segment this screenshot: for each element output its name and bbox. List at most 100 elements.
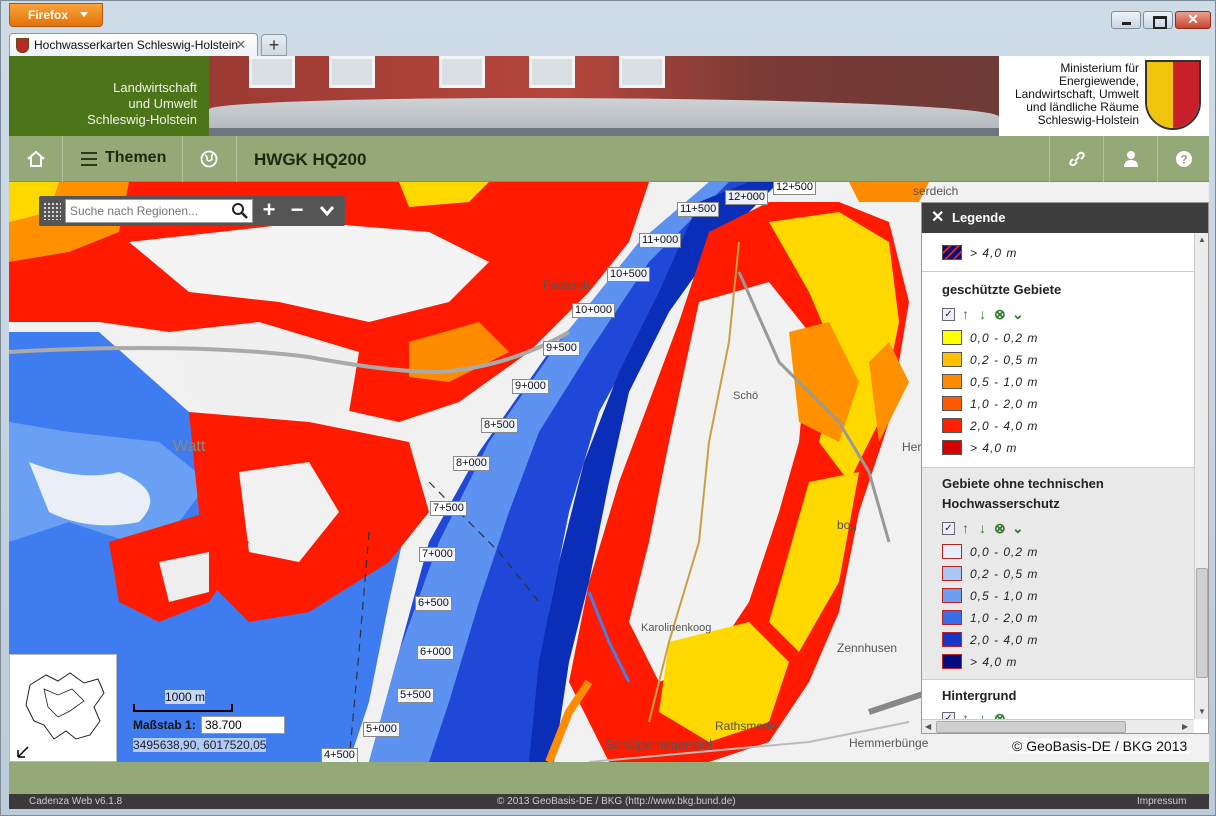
remove-icon[interactable]: ⊗ [994, 710, 1006, 719]
scale-input[interactable] [201, 716, 285, 734]
station-label: 7+500 [430, 501, 467, 516]
legend-row-label: 2,0 - 4,0 m [970, 633, 1039, 647]
firefox-menu-button[interactable]: Firefox [9, 3, 103, 27]
themen-button[interactable]: Themen [63, 136, 183, 182]
header-banner: Landwirtschaft und Umwelt Schleswig-Hols… [9, 56, 1209, 136]
legend-swatch [942, 352, 962, 367]
station-label: 11+000 [639, 233, 682, 248]
legend-swatch [942, 374, 962, 389]
footer-copyright: © 2013 GeoBasis-DE / BKG (http://www.bkg… [497, 796, 736, 807]
help-button[interactable]: ? [1157, 136, 1209, 182]
scale-bar [133, 704, 233, 712]
legend-panel: ✕ Legende > 4,0 m geschützte Gebiete ✓ ↑… [921, 202, 1209, 734]
crest-favicon-icon [16, 38, 29, 53]
banner-line: Landwirtschaft [113, 80, 197, 95]
move-up-icon[interactable]: ↑ [962, 710, 969, 719]
legend-swatch [942, 632, 962, 647]
coat-of-arms-icon [1145, 60, 1201, 130]
legend-swatch [942, 418, 962, 433]
status-bar [9, 762, 1209, 794]
legend-section-background: Hintergrund ✓ ↑ ↓ ⊗ ⌄ [922, 679, 1194, 719]
footer: Cadenza Web v6.1.8 © 2013 GeoBasis-DE / … [9, 794, 1209, 809]
move-up-icon[interactable]: ↑ [962, 306, 969, 322]
close-icon: ✕ [1187, 11, 1199, 27]
browser-window: Firefox ✕ Hochwasserkarten Schleswig-Hol… [0, 0, 1216, 816]
home-button[interactable] [9, 136, 63, 182]
station-label: 5+500 [397, 688, 434, 703]
place-label: Schülperneuensiel [605, 737, 712, 752]
overview-map[interactable] [9, 654, 117, 762]
search-input[interactable] [65, 199, 253, 223]
legend-section-unprotected: Gebiete ohne technischen Hochwasserschut… [922, 467, 1194, 679]
layer-checkbox[interactable]: ✓ [942, 522, 955, 535]
place-label: Rathsmede [715, 719, 777, 733]
legend-swatch [942, 396, 962, 411]
move-down-icon[interactable]: ↓ [979, 710, 986, 719]
remove-icon[interactable]: ⊗ [994, 306, 1006, 322]
legend-swatch [942, 566, 962, 581]
move-down-icon[interactable]: ↓ [979, 520, 986, 536]
legend-row-label: 0,5 - 1,0 m [970, 589, 1039, 603]
close-legend-icon[interactable]: ✕ [931, 203, 944, 233]
impressum-link[interactable]: Impressum [1137, 794, 1186, 809]
chevron-down-icon[interactable]: ⌄ [1012, 520, 1024, 536]
scale-control: 1000 m Maßstab 1: 3495638,90, 6017520,05 [129, 688, 289, 762]
banner-line: und Umwelt [128, 96, 197, 111]
legend-row-label: 2,0 - 4,0 m [970, 419, 1039, 433]
link-button[interactable] [1049, 136, 1103, 182]
layer-checkbox[interactable]: ✓ [942, 308, 955, 321]
station-label: 4+500 [321, 748, 358, 762]
scrollbar-thumb[interactable] [936, 721, 1126, 733]
remove-icon[interactable]: ⊗ [994, 520, 1006, 536]
tab-close-icon[interactable]: ✕ [233, 37, 249, 53]
scrollbar-thumb[interactable] [1196, 568, 1208, 678]
user-button[interactable] [1103, 136, 1157, 182]
search-icon[interactable] [231, 202, 249, 220]
legend-swatch [942, 588, 962, 603]
layer-checkbox[interactable]: ✓ [942, 712, 955, 719]
legend-section-title: Gebiete ohne technischen Hochwasserschut… [942, 476, 1104, 511]
place-label: Her [902, 440, 922, 454]
browser-tab[interactable]: Hochwasserkarten Schleswig-Holstein [9, 33, 258, 57]
station-label: 9+500 [543, 341, 580, 356]
minimize-button[interactable] [1111, 11, 1141, 29]
station-label: 5+000 [363, 722, 400, 737]
agency-logo-text: Landwirtschaft und Umwelt Schleswig-Hols… [9, 56, 209, 136]
legend-row-label: 0,0 - 0,2 m [970, 331, 1039, 345]
maximize-button[interactable] [1143, 11, 1173, 29]
place-label: serdeich [913, 184, 959, 198]
move-down-icon[interactable]: ↓ [979, 306, 986, 322]
legend-horizontal-scrollbar[interactable]: ◀ ▶ [922, 719, 1194, 733]
close-window-button[interactable]: ✕ [1175, 11, 1211, 29]
legend-vertical-scrollbar[interactable]: ▲ ▼ [1194, 233, 1208, 719]
legend-row-label: > 4,0 m [970, 441, 1018, 455]
legend-section-title: Hintergrund [942, 688, 1017, 703]
coordinate-readout: 3495638,90, 6017520,05 [133, 738, 267, 752]
station-label: 7+000 [419, 547, 456, 562]
themen-label: Themen [105, 149, 167, 166]
place-label: bog [837, 518, 858, 532]
station-label: 6+500 [415, 596, 452, 611]
legend-header: ✕ Legende [922, 203, 1208, 233]
home-icon [27, 150, 45, 167]
expand-button[interactable] [315, 199, 339, 223]
grid-icon[interactable] [43, 202, 61, 220]
map-title: HWGK HQ200 [254, 150, 367, 169]
banner-line: Schleswig-Holstein [87, 112, 197, 127]
toolbar: Themen HWGK HQ200 ? [9, 136, 1209, 182]
move-up-icon[interactable]: ↑ [962, 520, 969, 536]
zoom-in-button[interactable]: + [257, 199, 281, 223]
banner-photo [209, 56, 999, 136]
legend-body: > 4,0 m geschützte Gebiete ✓ ↑ ↓ ⊗ ⌄ 0,0… [922, 233, 1194, 719]
place-label: Posteloh [543, 278, 590, 292]
scale-bar-label: 1000 m [165, 690, 206, 704]
chevron-down-icon[interactable]: ⌄ [1012, 306, 1024, 322]
chevron-down-icon[interactable]: ⌄ [1012, 710, 1024, 719]
zoom-out-button[interactable]: − [285, 199, 309, 223]
globe-button[interactable] [183, 136, 237, 182]
scale-label: Maßstab 1: [133, 718, 196, 732]
legend-swatch [942, 330, 962, 345]
help-icon: ? [1176, 151, 1192, 167]
firefox-label: Firefox [28, 8, 69, 22]
new-tab-button[interactable]: + [261, 34, 287, 56]
